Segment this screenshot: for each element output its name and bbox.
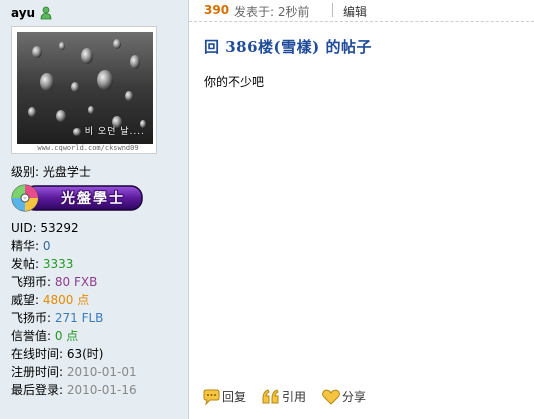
reply-button[interactable]: 回复 bbox=[202, 388, 246, 405]
floor-number[interactable]: 390 bbox=[204, 3, 229, 17]
user-sidebar: ayu 비 오던 날.... www.cqworld.com/ckswnd09 … bbox=[0, 0, 189, 419]
cd-disc-icon bbox=[10, 183, 42, 216]
level-badge: 光盤學士 bbox=[10, 183, 144, 213]
stat-register-date: 注册时间: 2010-01-01 bbox=[11, 365, 137, 379]
stat-uid: UID: 53292 bbox=[11, 221, 79, 235]
stat-fxb: 飞翔币: 80 FXB bbox=[11, 275, 98, 289]
post-header: 390 发表于: 2秒前 编辑 bbox=[189, 0, 534, 22]
avatar-watermark: www.cqworld.com/ckswnd09 bbox=[37, 144, 139, 152]
username-row: ayu bbox=[11, 4, 52, 22]
post-actions: 回复 引用 分享 bbox=[202, 388, 366, 405]
reply-icon bbox=[202, 389, 220, 405]
online-user-icon bbox=[40, 6, 52, 20]
quote-icon bbox=[262, 388, 280, 405]
stat-prestige: 威望: 4800 点 bbox=[11, 293, 90, 307]
share-button[interactable]: 分享 bbox=[322, 388, 366, 405]
stat-digest: 精华: 0 bbox=[11, 239, 51, 253]
avatar-image: 비 오던 날.... bbox=[17, 32, 153, 144]
user-stats: UID: 53292 精华: 0 发帖: 3333 飞翔币: 80 FXB 威望… bbox=[11, 219, 137, 399]
reply-label: 回复 bbox=[222, 390, 247, 404]
stat-online-time: 在线时间: 63(时) bbox=[11, 347, 104, 361]
post-title: 回 386楼(雪樣) 的帖子 bbox=[204, 38, 372, 56]
stat-reputation: 信誉值: 0 点 bbox=[11, 329, 79, 343]
heart-icon bbox=[322, 389, 340, 405]
avatar[interactable]: 비 오던 날.... www.cqworld.com/ckswnd09 bbox=[11, 26, 157, 154]
stat-flb: 飞扬币: 271 FLB bbox=[11, 311, 104, 325]
post-body: 你的不少吧 bbox=[204, 75, 265, 89]
post-area: 390 发表于: 2秒前 编辑 回 386楼(雪樣) 的帖子 你的不少吧 回复 bbox=[189, 0, 534, 419]
header-divider bbox=[332, 3, 333, 17]
stat-last-login: 最后登录: 2010-01-16 bbox=[11, 383, 137, 397]
edit-link[interactable]: 编辑 bbox=[343, 3, 367, 20]
stat-posts: 发帖: 3333 bbox=[11, 257, 74, 271]
avatar-caption: 비 오던 날.... bbox=[84, 127, 145, 137]
username[interactable]: ayu bbox=[11, 6, 35, 20]
level-label: 级别: 光盘学士 bbox=[11, 165, 91, 179]
quote-label: 引用 bbox=[282, 390, 307, 404]
share-label: 分享 bbox=[342, 390, 367, 404]
post-time: 发表于: 2秒前 bbox=[234, 5, 310, 19]
quote-button[interactable]: 引用 bbox=[262, 388, 306, 405]
level-badge-text: 光盤學士 bbox=[61, 191, 125, 207]
